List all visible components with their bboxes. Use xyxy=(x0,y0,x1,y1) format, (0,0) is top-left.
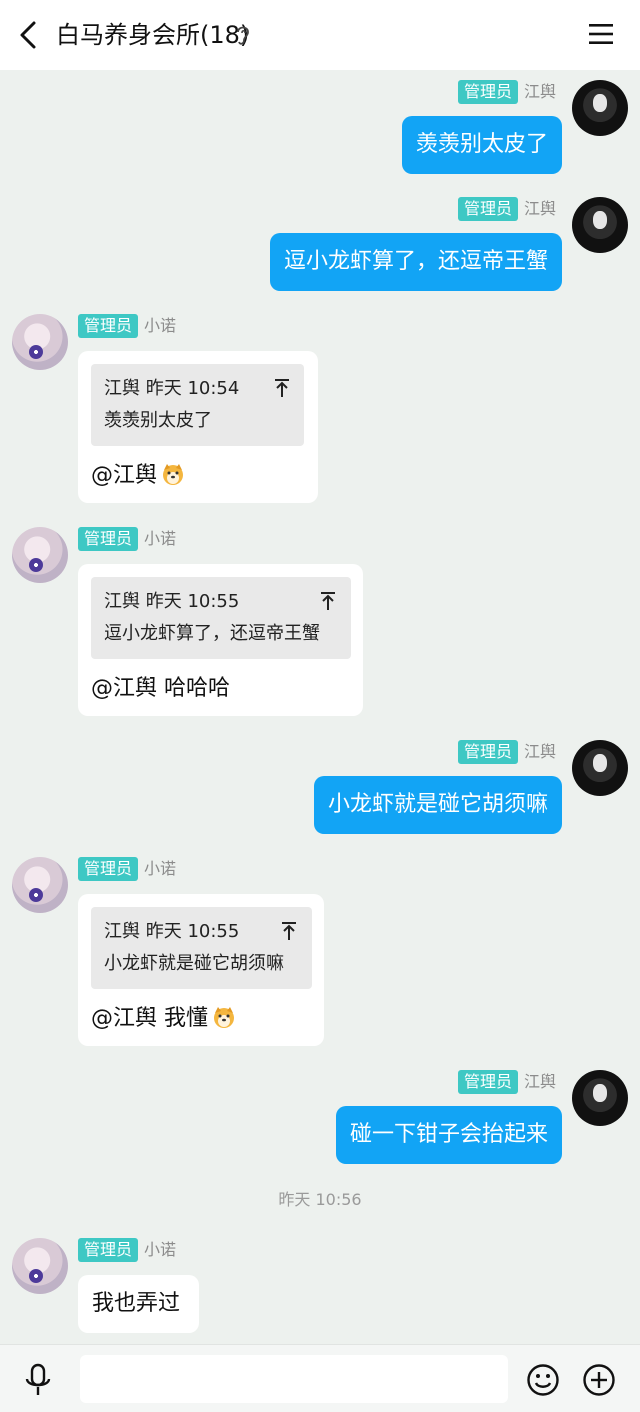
message-bubble[interactable]: 小龙虾就是碰它胡须嘛 xyxy=(313,776,562,834)
plus-icon[interactable] xyxy=(582,1363,616,1397)
sender-name: 江舆 xyxy=(524,1072,557,1091)
admin-badge: 管理员 xyxy=(458,1070,519,1094)
message-bubble[interactable]: 我也弄过 xyxy=(78,1275,199,1333)
dog-emoji-icon xyxy=(214,1007,234,1028)
quoted-message[interactable]: 江舆 昨天 10:54 羡羡别太皮了 xyxy=(91,364,304,446)
back-icon[interactable] xyxy=(16,20,40,50)
admin-badge: 管理员 xyxy=(78,314,139,338)
message-bubble[interactable]: 碰一下钳子会抬起来 xyxy=(335,1106,562,1164)
message-bubble[interactable]: 羡羡别太皮了 xyxy=(401,116,562,174)
sender-name: 小诺 xyxy=(144,316,177,335)
admin-badge: 管理员 xyxy=(78,1238,139,1262)
sender-name: 小诺 xyxy=(144,859,177,878)
dog-emoji-icon xyxy=(163,464,184,485)
jump-to-original-icon[interactable] xyxy=(320,591,336,611)
reply-bubble[interactable]: 江舆 昨天 10:54 羡羡别太皮了 @江舆 xyxy=(78,351,318,503)
time-divider: 昨天 10:56 xyxy=(278,1190,362,1209)
sender-name: 小诺 xyxy=(144,529,177,548)
reply-text: @江舆 我懂 xyxy=(91,1004,236,1034)
emoji-icon[interactable] xyxy=(526,1363,560,1397)
quote-text: 小龙虾就是碰它胡须嘛 xyxy=(104,953,284,974)
sender-name: 江舆 xyxy=(524,742,557,761)
sender-name: 小诺 xyxy=(144,1240,177,1259)
admin-badge: 管理员 xyxy=(78,527,139,551)
quote-meta: 江舆 昨天 10:55 xyxy=(104,921,240,942)
quote-meta: 江舆 昨天 10:55 xyxy=(104,591,240,612)
ear-icon[interactable] xyxy=(234,24,252,48)
avatar[interactable] xyxy=(12,1238,68,1294)
jump-to-original-icon[interactable] xyxy=(281,921,297,941)
message-text: 我也弄过 xyxy=(92,1291,181,1316)
avatar[interactable] xyxy=(572,197,628,253)
sender-name: 江舆 xyxy=(524,199,557,218)
sender-name: 江舆 xyxy=(524,82,557,101)
avatar[interactable] xyxy=(572,80,628,136)
avatar[interactable] xyxy=(12,314,68,370)
group-title[interactable]: 白马养身会所(18) xyxy=(56,18,249,52)
mic-icon[interactable] xyxy=(24,1363,52,1397)
message-bubble[interactable]: 逗小龙虾算了，还逗帝王蟹 xyxy=(269,233,562,291)
reply-bubble[interactable]: 江舆 昨天 10:55 小龙虾就是碰它胡须嘛 @江舆 我懂 xyxy=(78,894,324,1046)
message-input[interactable] xyxy=(80,1355,508,1403)
admin-badge: 管理员 xyxy=(78,857,139,881)
quoted-message[interactable]: 江舆 昨天 10:55 逗小龙虾算了，还逗帝王蟹 xyxy=(91,577,351,659)
avatar[interactable] xyxy=(572,1070,628,1126)
menu-icon[interactable] xyxy=(588,22,614,46)
reply-text: @江舆 哈哈哈 xyxy=(91,676,230,701)
quote-text: 羡羡别太皮了 xyxy=(104,410,212,431)
avatar[interactable] xyxy=(12,857,68,913)
jump-to-original-icon[interactable] xyxy=(274,378,290,398)
avatar[interactable] xyxy=(572,740,628,796)
input-bar xyxy=(0,1344,640,1412)
quoted-message[interactable]: 江舆 昨天 10:55 小龙虾就是碰它胡须嘛 xyxy=(91,907,312,989)
avatar[interactable] xyxy=(12,527,68,583)
reply-text: @江舆 xyxy=(91,461,185,491)
reply-bubble[interactable]: 江舆 昨天 10:55 逗小龙虾算了，还逗帝王蟹 @江舆 哈哈哈 xyxy=(78,564,363,716)
quote-meta: 江舆 昨天 10:54 xyxy=(104,378,240,399)
chat-header: 白马养身会所(18) xyxy=(0,0,640,70)
quote-text: 逗小龙虾算了，还逗帝王蟹 xyxy=(104,623,320,644)
admin-badge: 管理员 xyxy=(458,740,519,764)
admin-badge: 管理员 xyxy=(458,197,519,221)
admin-badge: 管理员 xyxy=(458,80,519,104)
message-list[interactable]: 管理员 江舆 羡羡别太皮了 管理员 江舆 逗小龙虾算了，还逗帝王蟹 管理员 小诺… xyxy=(0,70,640,1344)
